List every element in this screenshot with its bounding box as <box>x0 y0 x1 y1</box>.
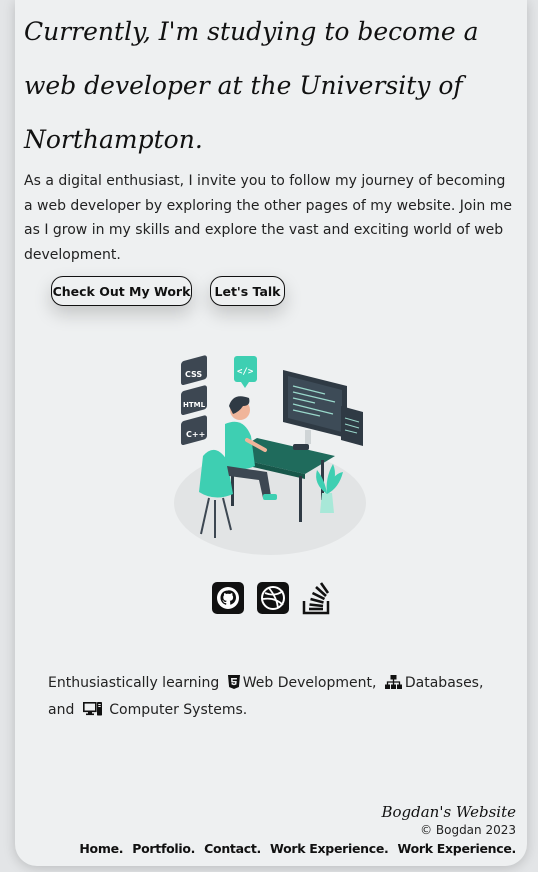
footer-nav-home[interactable]: Home. <box>79 841 123 856</box>
intro-paragraph: As a digital enthusiast, I invite you to… <box>24 173 512 263</box>
cpp-badge: C++ <box>181 415 207 446</box>
lets-talk-button[interactable]: Let's Talk <box>210 276 285 306</box>
footer-nav-portfolio[interactable]: Portfolio. <box>132 841 195 856</box>
learning-prefix: Enthusiastically learning <box>48 675 220 691</box>
footer-nav-work-experience[interactable]: Work Experience. <box>270 841 389 856</box>
dribbble-link[interactable] <box>256 581 290 615</box>
stackoverflow-link[interactable] <box>300 581 334 615</box>
computer-icon <box>82 700 102 725</box>
hero-heading: Currently, I'm studying to become a web … <box>24 17 479 154</box>
footer-site-name: Bogdan's Website <box>381 803 516 821</box>
database-network-icon <box>384 673 402 698</box>
check-out-my-work-button[interactable]: Check Out My Work <box>51 276 192 306</box>
svg-text:C++: C++ <box>186 430 205 439</box>
html-badge: HTML <box>181 385 207 416</box>
learning-item-web: Web Development, <box>242 675 377 691</box>
html5-icon <box>227 673 240 698</box>
stackoverflow-icon <box>302 582 330 615</box>
footer: Bogdan's Website © Bogdan 2023 Home. Por… <box>74 802 516 856</box>
svg-text:</>: </> <box>237 367 254 377</box>
github-link[interactable] <box>211 581 245 615</box>
github-icon <box>212 582 244 614</box>
dribbble-icon <box>257 582 289 614</box>
footer-nav: Home. Portfolio. Contact. Work Experienc… <box>74 841 516 856</box>
footer-nav-work-experience-2[interactable]: Work Experience. <box>398 841 517 856</box>
css-badge: CSS <box>181 355 207 386</box>
footer-nav-contact[interactable]: Contact. <box>204 841 261 856</box>
developer-illustration: CSS HTML C++ </> <box>174 355 366 555</box>
svg-text:HTML: HTML <box>183 401 206 409</box>
footer-copyright: © Bogdan 2023 <box>420 823 516 837</box>
learning-item-computer-systems: Computer Systems. <box>109 702 248 718</box>
code-bubble: </> <box>234 356 257 388</box>
learning-statement: Enthusiastically learning Web Developmen… <box>48 671 498 725</box>
svg-text:CSS: CSS <box>185 370 202 379</box>
